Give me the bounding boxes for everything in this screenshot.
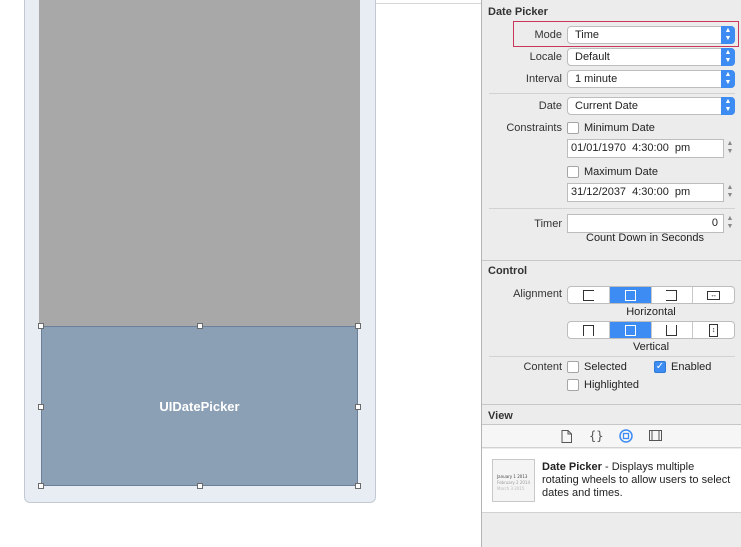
interval-value: 1 minute xyxy=(575,73,618,85)
resize-handle-top[interactable] xyxy=(197,323,203,329)
maximum-date-field[interactable]: 31/12/2037 4:30:00 pm xyxy=(567,183,724,202)
popup-arrows-icon: ▲ ▼ xyxy=(721,26,735,44)
align-center-segment[interactable] xyxy=(609,287,652,303)
control-section-title: Control xyxy=(488,265,528,277)
minimum-date-stepper[interactable]: ▲ ▼ xyxy=(725,140,735,159)
align-vfill-icon: ↕ xyxy=(709,323,719,337)
resize-handle-left[interactable] xyxy=(38,404,44,410)
timer-field[interactable]: 0 xyxy=(567,214,724,233)
resize-handle-top-left[interactable] xyxy=(38,323,44,329)
resize-handle-top-right[interactable] xyxy=(355,323,361,329)
resize-handle-right[interactable] xyxy=(355,404,361,410)
resize-handle-bottom[interactable] xyxy=(197,483,203,489)
thumb-line: March 3 2015 xyxy=(497,486,525,491)
align-top-segment[interactable] xyxy=(568,322,610,338)
locale-label: Locale xyxy=(529,51,562,63)
file-icon[interactable] xyxy=(561,430,572,446)
interval-label: Interval xyxy=(525,73,562,85)
align-right-icon xyxy=(666,289,678,301)
canvas-divider xyxy=(375,3,481,4)
media-icon[interactable] xyxy=(649,430,662,444)
resize-handle-bottom-right[interactable] xyxy=(355,483,361,489)
library-item-date-picker[interactable]: January 1 2013 February 2 2014 March 3 2… xyxy=(482,449,741,513)
locale-popup[interactable]: Default ▲ ▼ xyxy=(567,48,735,66)
library-tab-bar: {} xyxy=(482,424,741,448)
object-icon[interactable] xyxy=(619,429,633,446)
horizontal-caption: Horizontal xyxy=(626,306,676,318)
date-popup[interactable]: Current Date ▲ ▼ xyxy=(567,97,735,115)
align-bottom-segment[interactable] xyxy=(652,322,694,338)
maximum-date-label: Maximum Date xyxy=(584,166,658,178)
align-fill-icon: ↔ xyxy=(707,290,721,300)
date-picker-section-title: Date Picker xyxy=(488,6,548,18)
maximum-date-checkbox[interactable] xyxy=(567,166,579,178)
align-vfill-segment[interactable]: ↕ xyxy=(693,322,734,338)
highlighted-checkbox[interactable] xyxy=(567,379,579,391)
align-right-segment[interactable] xyxy=(652,287,694,303)
thumb-line: February 2 2014 xyxy=(497,480,530,485)
vertical-caption: Vertical xyxy=(632,341,670,353)
section-divider xyxy=(482,260,741,261)
enabled-checkbox[interactable]: ✓ xyxy=(654,361,666,373)
highlighted-label: Highlighted xyxy=(584,379,640,391)
mode-popup[interactable]: Time ▲ ▼ xyxy=(567,26,735,44)
align-top-icon xyxy=(582,324,594,336)
separator xyxy=(489,93,735,94)
horizontal-alignment-control[interactable]: ↔ xyxy=(567,286,735,304)
align-center-icon xyxy=(624,289,636,301)
enabled-label: Enabled xyxy=(671,361,712,373)
date-value: Current Date xyxy=(575,100,638,112)
date-picker-thumbnail: January 1 2013 February 2 2014 March 3 2… xyxy=(492,459,535,502)
minimum-date-label: Minimum Date xyxy=(584,122,655,134)
section-divider xyxy=(482,404,741,405)
gray-view[interactable] xyxy=(39,0,360,326)
align-left-icon xyxy=(582,289,594,301)
popup-arrows-icon: ▲ ▼ xyxy=(721,97,735,115)
align-left-segment[interactable] xyxy=(568,287,610,303)
selected-checkbox[interactable] xyxy=(567,361,579,373)
align-fill-segment[interactable]: ↔ xyxy=(693,287,734,303)
constraints-label: Constraints xyxy=(506,122,562,134)
popup-arrows-icon: ▲ ▼ xyxy=(721,70,735,88)
separator xyxy=(489,356,735,357)
view-section-title: View xyxy=(488,410,513,422)
date-label: Date xyxy=(538,100,562,112)
maximum-date-stepper[interactable]: ▲ ▼ xyxy=(725,184,735,203)
vertical-alignment-control[interactable]: ↕ xyxy=(567,321,735,339)
resize-handle-bottom-left[interactable] xyxy=(38,483,44,489)
attributes-inspector: Date Picker Mode Time ▲ ▼ Locale Default … xyxy=(481,0,741,547)
date-picker-label: UIDatePicker xyxy=(159,398,240,414)
thumb-line: January 1 2013 xyxy=(497,474,528,479)
alignment-label: Alignment xyxy=(513,288,562,300)
library-item-description: Date Picker - Displays multiple rotating… xyxy=(542,461,732,500)
timer-stepper[interactable]: ▲ ▼ xyxy=(725,215,735,234)
locale-value: Default xyxy=(575,51,610,63)
mode-value: Time xyxy=(575,29,600,41)
content-label: Content xyxy=(523,361,562,373)
selected-label: Selected xyxy=(584,361,627,373)
minimum-date-checkbox[interactable] xyxy=(567,122,579,134)
separator xyxy=(489,208,735,209)
storyboard-canvas[interactable]: UIDatePicker xyxy=(0,0,481,547)
timer-caption: Count Down in Seconds xyxy=(586,232,705,244)
align-bottom-icon xyxy=(666,324,678,336)
date-picker-view[interactable]: UIDatePicker xyxy=(41,326,358,486)
interval-popup[interactable]: 1 minute ▲ ▼ xyxy=(567,70,735,88)
align-middle-segment[interactable] xyxy=(609,322,652,338)
popup-arrows-icon: ▲ ▼ xyxy=(721,48,735,66)
minimum-date-field[interactable]: 01/01/1970 4:30:00 pm xyxy=(567,139,724,158)
library-item-name: Date Picker xyxy=(542,461,602,473)
braces-icon[interactable]: {} xyxy=(589,429,603,443)
align-middle-icon xyxy=(624,324,636,336)
timer-label: Timer xyxy=(534,218,562,230)
mode-label: Mode xyxy=(534,29,562,41)
